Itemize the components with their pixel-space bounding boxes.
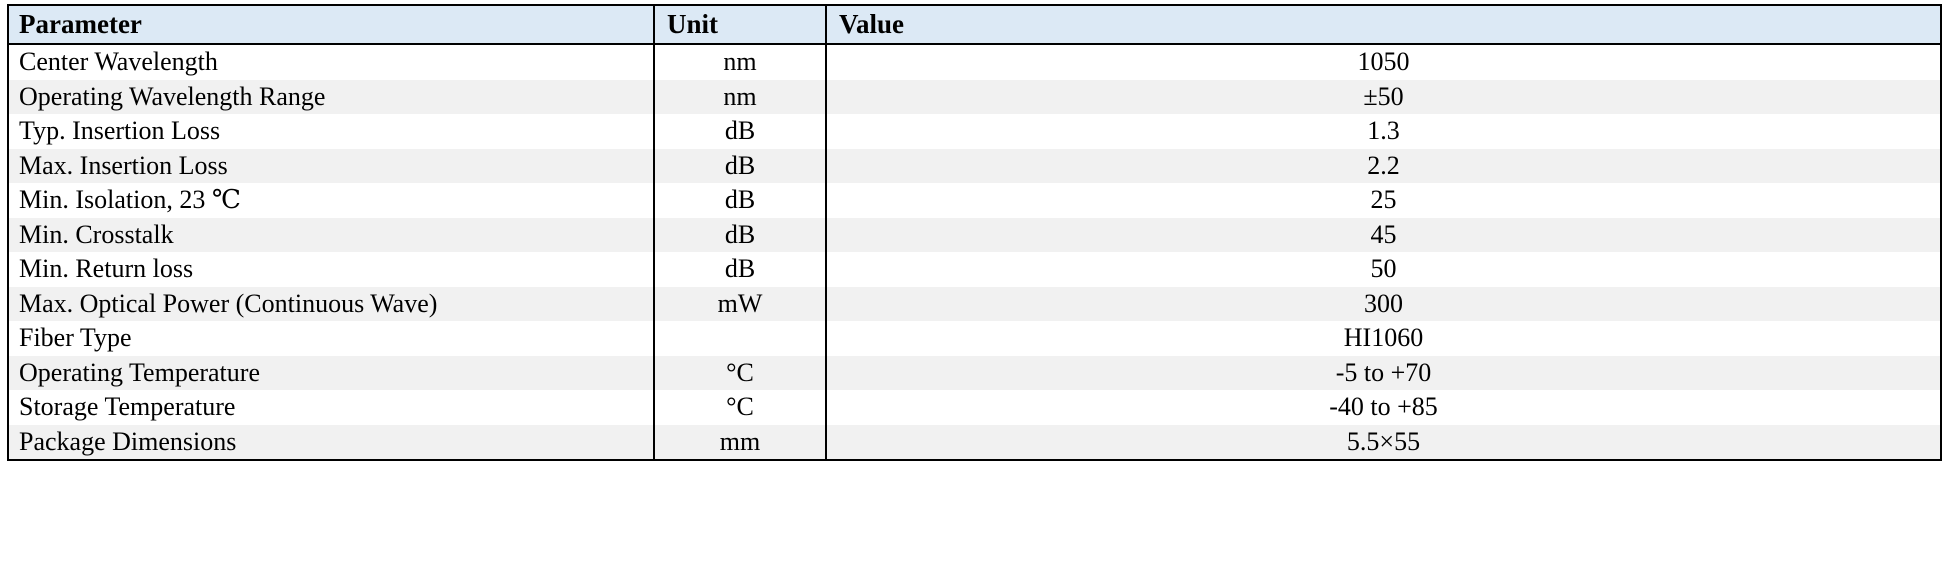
cell-unit: mm xyxy=(653,424,826,460)
cell-parameter: Min. Crosstalk xyxy=(8,217,654,252)
cell-unit: mW xyxy=(653,286,826,321)
cell-value: 1050 xyxy=(825,44,1941,80)
cell-value: -5 to +70 xyxy=(825,355,1941,390)
table-row: Typ. Insertion Loss dB 1.3 xyxy=(8,114,1941,149)
table-row: Storage Temperature °C -40 to +85 xyxy=(8,390,1941,425)
cell-parameter: Max. Optical Power (Continuous Wave) xyxy=(8,286,654,321)
table-row: Package Dimensions mm 5.5×55 xyxy=(8,424,1941,460)
table-row: Max. Optical Power (Continuous Wave) mW 30… xyxy=(8,286,1941,321)
cell-parameter: Min. Isolation, 23 ℃ xyxy=(8,183,654,218)
cell-parameter: Min. Return loss xyxy=(8,252,654,287)
table-header-row: Parameter Unit Value xyxy=(8,5,1941,45)
table-row: Operating Temperature °C -5 to +70 xyxy=(8,355,1941,390)
column-header-value: Value xyxy=(825,5,1941,45)
cell-value: 1.3 xyxy=(825,114,1941,149)
table-row: Center Wavelength nm 1050 xyxy=(8,44,1941,80)
cell-parameter: Center Wavelength xyxy=(8,44,654,80)
cell-value: 45 xyxy=(825,217,1941,252)
cell-parameter: Operating Wavelength Range xyxy=(8,79,654,114)
cell-value: 2.2 xyxy=(825,148,1941,183)
cell-unit: nm xyxy=(653,79,826,114)
table-body: Center Wavelength nm 1050 Operating Wavelen… xyxy=(8,44,1941,460)
cell-unit: dB xyxy=(653,148,826,183)
table-row: Max. Insertion Loss dB 2.2 xyxy=(8,148,1941,183)
cell-parameter: Package Dimensions xyxy=(8,424,654,460)
cell-unit: °C xyxy=(653,390,826,425)
table-row: Fiber Type HI1060 xyxy=(8,321,1941,356)
cell-parameter: Operating Temperature xyxy=(8,355,654,390)
table-row: Min. Isolation, 23 ℃ dB 25 xyxy=(8,183,1941,218)
cell-parameter: Fiber Type xyxy=(8,321,654,356)
column-header-unit: Unit xyxy=(653,5,826,45)
cell-value: ±50 xyxy=(825,79,1941,114)
cell-value: 5.5×55 xyxy=(825,424,1941,460)
cell-value: HI1060 xyxy=(825,321,1941,356)
cell-unit: nm xyxy=(653,44,826,80)
cell-parameter: Storage Temperature xyxy=(8,390,654,425)
table-row: Operating Wavelength Range nm ±50 xyxy=(8,79,1941,114)
cell-parameter: Max. Insertion Loss xyxy=(8,148,654,183)
cell-unit: dB xyxy=(653,183,826,218)
table-header: Parameter Unit Value xyxy=(8,5,1941,45)
cell-value: -40 to +85 xyxy=(825,390,1941,425)
cell-value: 50 xyxy=(825,252,1941,287)
cell-parameter: Typ. Insertion Loss xyxy=(8,114,654,149)
cell-unit xyxy=(653,321,826,356)
specification-table-container: Parameter Unit Value Center Wavelength nm… xyxy=(7,4,1942,570)
table-row: Min. Return loss dB 50 xyxy=(8,252,1941,287)
cell-unit: °C xyxy=(653,355,826,390)
column-header-parameter: Parameter xyxy=(8,5,654,45)
cell-value: 25 xyxy=(825,183,1941,218)
cell-value: 300 xyxy=(825,286,1941,321)
cell-unit: dB xyxy=(653,217,826,252)
table-row: Min. Crosstalk dB 45 xyxy=(8,217,1941,252)
cell-unit: dB xyxy=(653,114,826,149)
cell-unit: dB xyxy=(653,252,826,287)
specification-table: Parameter Unit Value Center Wavelength nm… xyxy=(7,4,1942,461)
